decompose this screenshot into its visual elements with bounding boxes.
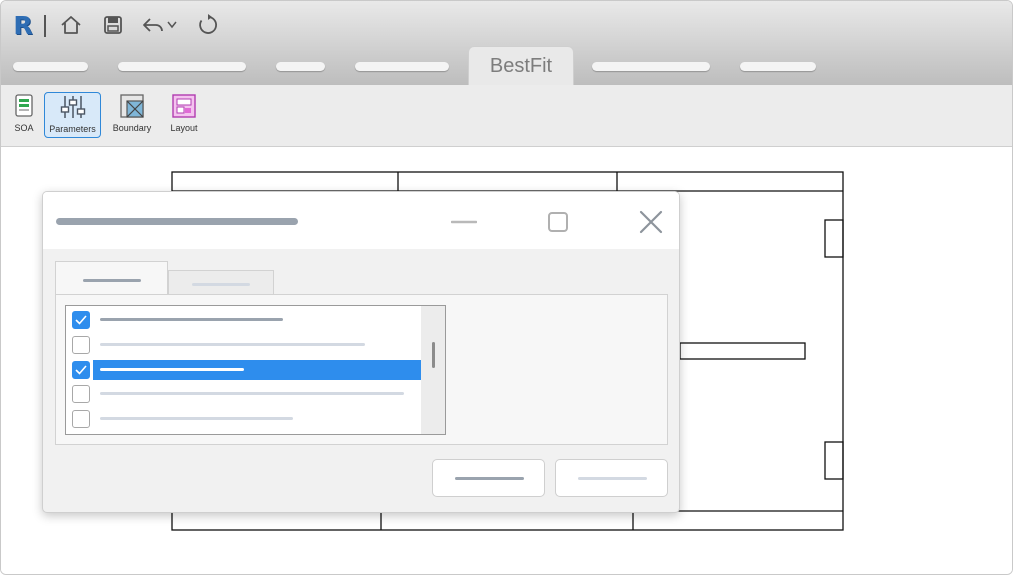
checkbox-unchecked[interactable] — [72, 410, 90, 428]
dropdown-arrow-icon[interactable] — [165, 11, 179, 39]
app-window: R BestFit SOA Parameters Boundary Layout — [0, 0, 1013, 575]
checkbox-list[interactable] — [65, 305, 446, 435]
refresh-icon[interactable] — [194, 11, 222, 39]
dialog-tab-2-label — [192, 283, 250, 286]
scrollbar-thumb[interactable] — [432, 342, 435, 368]
soa-label: SOA — [14, 123, 34, 133]
list-item[interactable] — [66, 409, 422, 429]
document-icon — [10, 92, 38, 120]
maximize-icon[interactable] — [544, 208, 572, 236]
ribbon-tab-6[interactable] — [592, 62, 710, 71]
ribbon-tab-7[interactable] — [740, 62, 816, 71]
dialog-tab-1[interactable] — [55, 261, 168, 295]
list-item-label — [100, 392, 404, 395]
dialog-tab-1-label — [83, 279, 141, 282]
list-item-label — [100, 343, 365, 346]
boundary-label: Boundary — [112, 123, 152, 133]
list-item[interactable] — [66, 384, 422, 404]
layout-icon — [170, 92, 198, 120]
parameters-dialog — [42, 191, 680, 513]
vertical-scrollbar[interactable] — [421, 306, 445, 434]
ribbon-tab-4[interactable] — [355, 62, 449, 71]
dialog-tab-2[interactable] — [168, 270, 274, 295]
cancel-button-label — [578, 477, 647, 480]
sliders-icon — [59, 93, 87, 121]
checkbox-checked[interactable] — [72, 361, 90, 379]
undo-icon[interactable] — [139, 11, 167, 39]
checkbox-unchecked[interactable] — [72, 336, 90, 354]
soa-button[interactable]: SOA — [9, 92, 39, 138]
parameters-label: Parameters — [49, 124, 96, 134]
checkmark-icon — [75, 365, 87, 375]
title-bar: R BestFit — [1, 1, 1012, 86]
boundary-icon — [118, 92, 146, 120]
ribbon-panel: SOA Parameters Boundary Layout — [1, 85, 1012, 147]
close-icon[interactable] — [637, 208, 665, 236]
checkbox-unchecked[interactable] — [72, 385, 90, 403]
list-item[interactable] — [66, 310, 422, 330]
checkmark-icon — [75, 315, 87, 325]
ok-button[interactable] — [432, 459, 545, 497]
ribbon-tab-3[interactable] — [276, 62, 325, 71]
list-item-label — [100, 368, 244, 371]
list-item[interactable] — [66, 335, 422, 355]
dialog-title — [56, 218, 298, 225]
dialog-header — [43, 192, 679, 249]
list-item-label — [100, 318, 283, 321]
parameters-button[interactable]: Parameters — [44, 92, 101, 138]
ribbon-tab-bestfit[interactable]: BestFit — [468, 46, 574, 86]
minimize-icon[interactable] — [450, 208, 478, 236]
toolbar-divider — [44, 15, 46, 37]
checkbox-checked[interactable] — [72, 311, 90, 329]
list-item-selected[interactable] — [66, 360, 422, 380]
layout-label: Layout — [170, 123, 198, 133]
ok-button-label — [455, 477, 524, 480]
save-icon[interactable] — [99, 11, 127, 39]
ribbon-tab-1[interactable] — [13, 62, 88, 71]
layout-button[interactable]: Layout — [167, 92, 201, 138]
ribbon-tab-2[interactable] — [118, 62, 246, 71]
list-item-label — [100, 417, 293, 420]
app-logo: R — [13, 10, 33, 40]
cancel-button[interactable] — [555, 459, 668, 497]
boundary-button[interactable]: Boundary — [111, 92, 153, 138]
home-icon[interactable] — [57, 11, 85, 39]
